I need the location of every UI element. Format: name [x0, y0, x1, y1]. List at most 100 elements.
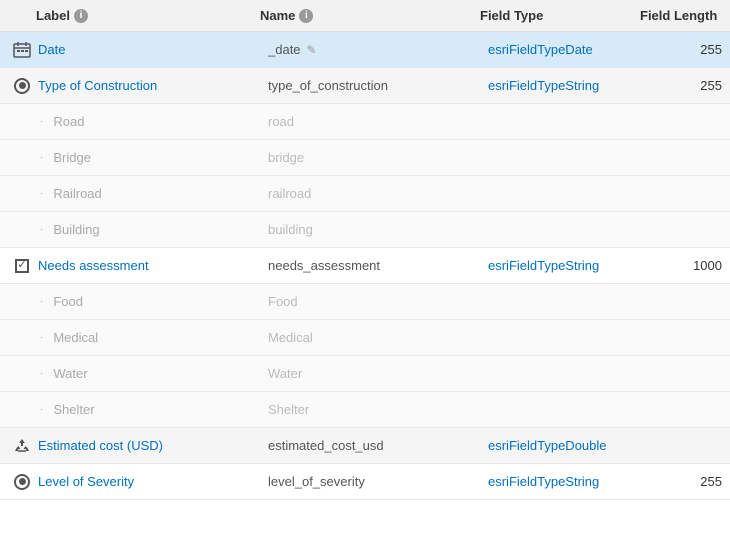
col-name-header: Name i — [260, 8, 480, 23]
row-icon: ✓ — [12, 256, 32, 276]
sub-name: Water — [268, 366, 302, 381]
sub-field-length-cell — [640, 223, 730, 237]
row-label: Estimated cost (USD) — [38, 438, 163, 453]
row-label: Needs assessment — [38, 258, 149, 273]
sub-field-length-cell — [640, 187, 730, 201]
name-cell: needs_assessment — [260, 251, 480, 280]
label-cell: Level of Severity — [0, 465, 260, 499]
table-header: Label i Name i Field Type Field Length — [0, 0, 730, 32]
name-cell: level_of_severity — [260, 467, 480, 496]
sub-name-cell: building — [260, 215, 480, 244]
sub-name-cell: Shelter — [260, 395, 480, 424]
table-row[interactable]: ✓ Needs assessment needs_assessment esriF… — [0, 248, 730, 284]
sub-label-cell: · Bridge — [0, 143, 260, 172]
label-cell: ✓ Needs assessment — [0, 249, 260, 283]
name-cell: estimated_cost_usd — [260, 431, 480, 460]
sub-row: · Road road — [0, 104, 730, 140]
calendar-icon — [13, 41, 31, 59]
sub-field-type-cell — [480, 187, 640, 201]
sub-label-cell: · Shelter — [0, 395, 260, 424]
sub-field-length-cell — [640, 295, 730, 309]
field-type-cell: esriFieldTypeDouble — [480, 431, 640, 460]
row-icon — [12, 76, 32, 96]
sub-field-length-cell — [640, 115, 730, 129]
sub-row: · Building building — [0, 212, 730, 248]
row-name: _date — [268, 42, 301, 57]
sub-name: building — [268, 222, 313, 237]
field-type-cell: esriFieldTypeString — [480, 467, 640, 496]
row-name: needs_assessment — [268, 258, 380, 273]
sub-name: Food — [268, 294, 298, 309]
sub-name-cell: railroad — [260, 179, 480, 208]
table-row[interactable]: Type of Construction type_of_constructio… — [0, 68, 730, 104]
field-length-value: 1000 — [648, 258, 722, 273]
sub-row: · Water Water — [0, 356, 730, 392]
col-label-header: Label i — [0, 8, 260, 23]
table-row[interactable]: Date _date ✎ esriFieldTypeDate 255 — [0, 32, 730, 68]
sub-field-length-cell — [640, 331, 730, 345]
sub-name: road — [268, 114, 294, 129]
label-cell: Type of Construction — [0, 69, 260, 103]
table-row[interactable]: Level of Severity level_of_severity esriF… — [0, 464, 730, 500]
sub-row: · Medical Medical — [0, 320, 730, 356]
field-type-value: esriFieldTypeDate — [488, 42, 593, 57]
sub-label: Railroad — [53, 186, 101, 201]
field-type-cell: esriFieldTypeString — [480, 71, 640, 100]
sub-name-cell: road — [260, 107, 480, 136]
table-row[interactable]: Estimated cost (USD) estimated_cost_usde… — [0, 428, 730, 464]
field-type-value: esriFieldTypeString — [488, 474, 599, 489]
sub-label-cell: · Road — [0, 107, 260, 136]
sub-dot: · — [40, 404, 43, 415]
sub-dot: · — [40, 116, 43, 127]
fieldlength-col-title: Field Length — [640, 8, 717, 23]
sub-field-type-cell — [480, 115, 640, 129]
recycle-icon — [13, 437, 31, 455]
radio-icon — [14, 78, 30, 94]
sub-field-type-cell — [480, 223, 640, 237]
sub-field-length-cell — [640, 367, 730, 381]
sub-label: Building — [53, 222, 99, 237]
sub-name: bridge — [268, 150, 304, 165]
field-type-value: esriFieldTypeString — [488, 258, 599, 273]
sub-field-type-cell — [480, 295, 640, 309]
label-cell: Date — [0, 33, 260, 67]
row-label: Type of Construction — [38, 78, 157, 93]
row-label: Level of Severity — [38, 474, 134, 489]
checkbox-icon: ✓ — [15, 259, 29, 273]
sub-name: Medical — [268, 330, 313, 345]
sub-row: · Food Food — [0, 284, 730, 320]
row-icon — [12, 436, 32, 456]
sub-name-cell: Medical — [260, 323, 480, 352]
row-icon — [12, 40, 32, 60]
name-info-icon[interactable]: i — [299, 9, 313, 23]
sub-field-type-cell — [480, 367, 640, 381]
field-type-cell: esriFieldTypeString — [480, 251, 640, 280]
sub-label-cell: · Railroad — [0, 179, 260, 208]
sub-dot: · — [40, 332, 43, 343]
label-col-title: Label — [36, 8, 70, 23]
field-length-cell: 255 — [640, 35, 730, 64]
sub-name-cell: Food — [260, 287, 480, 316]
field-length-value: 255 — [648, 78, 722, 93]
name-cell: _date ✎ — [260, 35, 480, 64]
row-name: level_of_severity — [268, 474, 365, 489]
row-icon — [12, 472, 32, 492]
row-name: type_of_construction — [268, 78, 388, 93]
fields-table: Label i Name i Field Type Field Length D… — [0, 0, 730, 500]
sub-dot: · — [40, 188, 43, 199]
field-length-cell: 255 — [640, 71, 730, 100]
field-type-value: esriFieldTypeString — [488, 78, 599, 93]
sub-field-length-cell — [640, 151, 730, 165]
radio-icon — [14, 474, 30, 490]
sub-dot: · — [40, 224, 43, 235]
label-info-icon[interactable]: i — [74, 9, 88, 23]
field-type-cell: esriFieldTypeDate — [480, 35, 640, 64]
sub-dot: · — [40, 368, 43, 379]
sub-name: railroad — [268, 186, 311, 201]
sub-dot: · — [40, 152, 43, 163]
sub-label-cell: · Medical — [0, 323, 260, 352]
edit-pencil-icon[interactable]: ✎ — [307, 43, 317, 57]
field-length-cell: 255 — [640, 467, 730, 496]
sub-label: Shelter — [53, 402, 94, 417]
field-length-cell: 1000 — [640, 251, 730, 280]
